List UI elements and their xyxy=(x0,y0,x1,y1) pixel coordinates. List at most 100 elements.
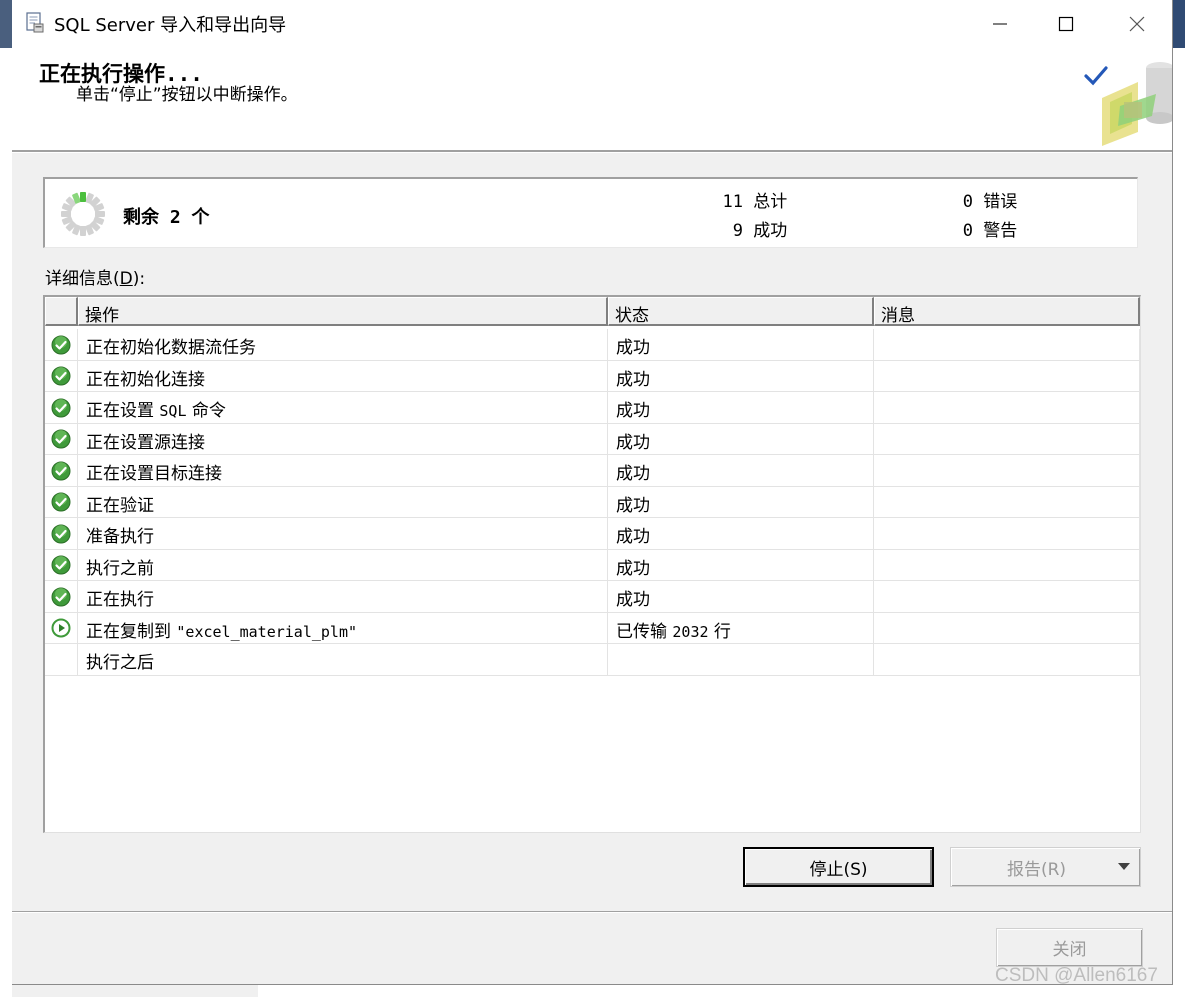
operation-cell: 正在初始化数据流任务 xyxy=(78,329,608,360)
table-row[interactable]: 正在初始化连接 成功 xyxy=(45,360,1140,392)
details-label-accesskey: D xyxy=(119,269,133,289)
operation-keyword: SQL xyxy=(159,402,187,420)
row-status-cell xyxy=(45,423,78,455)
success-icon xyxy=(51,429,71,449)
error-stat: 0 错误 xyxy=(957,187,1018,212)
row-status-cell xyxy=(45,644,78,675)
operation-cell: 正在执行 xyxy=(78,581,608,612)
total-stat: 11 总计 xyxy=(717,187,788,212)
operation-text: 命令 xyxy=(186,401,226,421)
grid-rows: 正在初始化数据流任务 成功 正在初始化连接 成功 正在设置 SQL 命令 成功 xyxy=(45,329,1140,676)
table-row[interactable]: 正在验证 成功 xyxy=(45,486,1140,518)
success-icon xyxy=(51,492,71,512)
message-cell xyxy=(874,392,1140,423)
row-status-cell xyxy=(45,518,78,549)
minimize-icon xyxy=(993,23,1007,25)
success-label: 成功 xyxy=(753,221,788,241)
success-icon xyxy=(51,398,71,417)
message-cell xyxy=(874,486,1140,518)
header-icon-column[interactable] xyxy=(45,297,78,326)
import-export-wizard-dialog: SQL Server 导入和导出向导 正在执行操作... 单击“停止”按钮以中断… xyxy=(12,0,1173,985)
transferred-count: 2032 xyxy=(672,622,709,641)
message-cell xyxy=(874,455,1140,486)
operation-cell: 执行之前 xyxy=(78,549,608,581)
header-divider xyxy=(12,150,1172,153)
wizard-app-icon xyxy=(26,12,44,33)
chevron-down-icon[interactable] xyxy=(1118,863,1130,870)
status-cell: 成功 xyxy=(608,329,874,360)
table-row[interactable]: 正在复制到 "excel_material_plm" 已传输 2032 行 xyxy=(45,612,1140,644)
column-header-operation[interactable]: 操作 xyxy=(78,297,608,326)
message-cell xyxy=(874,612,1140,644)
operation-cell: 正在初始化连接 xyxy=(78,360,608,392)
message-cell xyxy=(874,549,1140,581)
window-title: SQL Server 导入和导出向导 xyxy=(54,15,287,36)
stop-button[interactable]: 停止(S) xyxy=(743,847,934,887)
total-label: 总计 xyxy=(753,192,788,212)
row-status-cell xyxy=(45,360,78,392)
message-cell xyxy=(874,644,1140,675)
table-row[interactable]: 正在设置 SQL 命令 成功 xyxy=(45,392,1140,424)
warning-count: 0 xyxy=(962,221,973,241)
close-window-button[interactable] xyxy=(1104,0,1170,48)
progress-spinner-icon xyxy=(61,192,105,236)
error-count: 0 xyxy=(962,192,973,212)
minimize-button[interactable] xyxy=(967,0,1033,48)
operation-text: 正在复制到 xyxy=(86,621,177,642)
wizard-banner-icon xyxy=(1084,62,1172,146)
status-cell: 成功 xyxy=(608,581,874,612)
close-button[interactable]: 关闭 xyxy=(996,928,1143,967)
maximize-icon xyxy=(1058,16,1074,32)
warning-label: 警告 xyxy=(983,221,1018,241)
success-icon xyxy=(51,366,71,386)
running-icon xyxy=(51,618,71,638)
maximize-button[interactable] xyxy=(1033,0,1099,48)
details-label: 详细信息(D): xyxy=(45,264,145,289)
status-cell: 成功 xyxy=(608,486,874,518)
report-button-label: 报告(R) xyxy=(1006,859,1067,880)
background-app-right xyxy=(1173,0,1185,997)
table-row[interactable]: 正在执行 成功 xyxy=(45,581,1140,613)
wizard-header: 正在执行操作... 单击“停止”按钮以中断操作。 xyxy=(12,48,1172,150)
message-cell xyxy=(874,423,1140,455)
success-stat: 9 成功 xyxy=(717,216,788,241)
row-status-cell xyxy=(45,581,78,612)
column-header-status[interactable]: 状态 xyxy=(608,297,874,326)
success-icon xyxy=(51,555,71,575)
status-cell: 成功 xyxy=(608,518,874,549)
details-label-prefix: 详细信息( xyxy=(45,269,120,289)
warning-stat: 0 警告 xyxy=(957,216,1018,241)
status-cell: 成功 xyxy=(608,549,874,581)
report-button[interactable]: 报告(R) xyxy=(950,847,1141,887)
table-row[interactable]: 执行之前 成功 xyxy=(45,549,1140,581)
message-cell xyxy=(874,518,1140,549)
background-titlebar xyxy=(1173,0,1185,48)
message-cell xyxy=(874,581,1140,612)
details-grid[interactable]: 操作 状态 消息 正在初始化数据流任务 成功 正在初始化连接 成功 正在设置 S… xyxy=(43,295,1141,833)
row-status-cell xyxy=(45,329,78,360)
total-count: 11 xyxy=(722,192,743,212)
status-cell: 成功 xyxy=(608,392,874,423)
operation-cell: 执行之后 xyxy=(78,644,608,675)
success-icon xyxy=(51,587,71,606)
table-row[interactable]: 准备执行 成功 xyxy=(45,518,1140,550)
table-row[interactable]: 正在设置源连接 成功 xyxy=(45,423,1140,455)
watermark-text: CSDN @Allen6167 xyxy=(995,965,1158,986)
title-bar: SQL Server 导入和导出向导 xyxy=(12,0,1172,48)
details-label-suffix: ): xyxy=(132,269,146,289)
success-icon xyxy=(51,335,71,354)
footer-divider xyxy=(12,911,1172,913)
row-status-cell xyxy=(45,455,78,486)
status-cell: 已传输 2032 行 xyxy=(608,612,874,644)
close-icon xyxy=(1129,16,1145,32)
progress-summary-panel: 剩余 2 个 11 总计 9 成功 0 错误 0 警告 xyxy=(43,177,1138,248)
error-label: 错误 xyxy=(983,192,1018,212)
column-header-message[interactable]: 消息 xyxy=(874,297,1140,326)
status-cell: 成功 xyxy=(608,455,874,486)
status-cell: 成功 xyxy=(608,423,874,455)
page-subtitle: 单击“停止”按钮以中断操作。 xyxy=(76,85,298,105)
table-row[interactable]: 正在设置目标连接 成功 xyxy=(45,455,1140,487)
row-status-cell xyxy=(45,549,78,581)
table-row[interactable]: 执行之后 xyxy=(45,644,1140,676)
table-row[interactable]: 正在初始化数据流任务 成功 xyxy=(45,329,1140,361)
